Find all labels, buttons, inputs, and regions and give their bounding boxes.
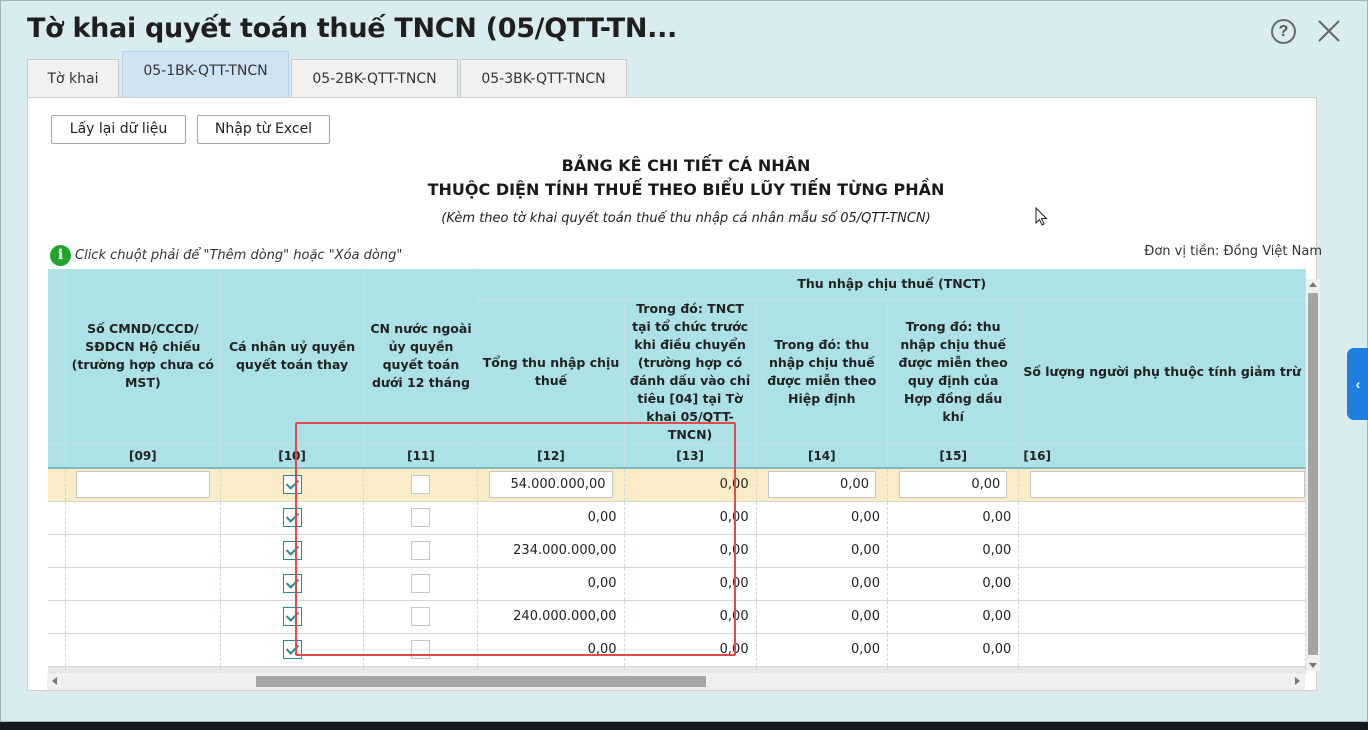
c14-input[interactable]: 0,00	[767, 471, 876, 499]
code-c15: [15]	[887, 444, 1020, 469]
foreign-authorize-checkbox[interactable]	[411, 541, 431, 560]
c14-cell[interactable]: 0,00	[756, 501, 888, 535]
code-c11: [11]	[363, 444, 479, 469]
dialog-title: Tờ khai quyết toán thuế TNCN (05/QTT-TN.…	[27, 13, 678, 44]
taskbar-strip	[0, 722, 1368, 730]
c15-cell[interactable]: 0,00	[887, 567, 1020, 601]
tab-05-2bk[interactable]: 05-2BK-QTT-TNCN	[291, 59, 458, 98]
scroll-left-icon[interactable]	[52, 677, 57, 685]
total-income-input[interactable]: 54.000.000,00	[489, 471, 613, 499]
c14-cell[interactable]: 0,00	[756, 567, 888, 601]
foreign-authorize-checkbox[interactable]	[411, 574, 431, 593]
c12-cell[interactable]: 0,00	[477, 633, 625, 667]
row-header-col	[48, 269, 67, 445]
code-c16: [16]	[1018, 444, 1306, 469]
tab-panel: Lấy lại dữ liệu Nhập từ Excel BẢNG KÊ CH…	[27, 97, 1322, 691]
context-menu-hint: Click chuột phải để "Thêm dòng" hoặc "Xó…	[75, 248, 403, 263]
foreign-authorize-checkbox[interactable]	[411, 640, 431, 659]
tab-05-1bk[interactable]: 05-1BK-QTT-TNCN	[122, 51, 289, 98]
authorize-checkbox[interactable]	[282, 541, 302, 560]
c13-cell: 0,00	[624, 600, 757, 634]
foreign-authorize-checkbox[interactable]	[411, 508, 431, 527]
horizontal-scroll-thumb[interactable]	[256, 676, 706, 687]
c12-cell[interactable]: 0,00	[477, 567, 625, 601]
c12-cell[interactable]: 240.000.000,00	[477, 600, 625, 634]
scroll-right-icon[interactable]	[1295, 677, 1300, 685]
horizontal-scrollbar[interactable]	[47, 673, 1305, 690]
foreign-authorize-checkbox[interactable]	[411, 607, 431, 626]
c14-cell[interactable]: 0,00	[756, 600, 888, 634]
authorize-checkbox[interactable]	[282, 607, 302, 626]
dialog-window: Tờ khai quyết toán thuế TNCN (05/QTT-TN.…	[0, 0, 1368, 722]
chevron-left-icon: ‹	[1355, 376, 1361, 392]
header-c15: Trong đó: thu nhập chịu thuế được miễn t…	[887, 299, 1020, 445]
mouse-cursor-icon	[1035, 207, 1048, 226]
header-c14: Trong đó: thu nhập chịu thuế được miễn t…	[756, 299, 888, 445]
report-subheading: (Kèm theo tờ khai quyết toán thuế thu nh…	[441, 211, 931, 226]
c16-input[interactable]	[1030, 471, 1305, 499]
report-heading-line1: BẢNG KÊ CHI TIẾT CÁ NHÂN	[561, 156, 811, 175]
authorize-checkbox[interactable]	[282, 574, 302, 593]
c14-cell[interactable]: 0,00	[756, 633, 888, 667]
code-c10: [10]	[220, 444, 365, 469]
code-c13: [13]	[624, 444, 757, 469]
tab-05-3bk[interactable]: 05-3BK-QTT-TNCN	[460, 59, 627, 98]
c15-cell[interactable]: 0,00	[887, 534, 1020, 568]
c15-cell[interactable]: 0,00	[887, 633, 1020, 667]
table-row: 0,00 0,00 0,00 0,00	[48, 633, 1306, 667]
c12-cell[interactable]: 0,00	[477, 501, 625, 535]
side-panel-toggle[interactable]: ‹	[1347, 348, 1368, 420]
c12-cell[interactable]: 234.000.000,00	[477, 534, 625, 568]
vertical-scroll-thumb[interactable]	[1308, 293, 1318, 655]
c13-cell: 0,00	[624, 633, 757, 667]
authorize-checkbox[interactable]	[282, 475, 302, 495]
vertical-scrollbar[interactable]	[1306, 279, 1320, 671]
scroll-down-icon[interactable]	[1309, 663, 1317, 668]
table-row: 0,00 0,00 0,00 0,00	[48, 567, 1306, 601]
header-c12: Tổng thu nhập chịu thuế	[477, 299, 625, 445]
authorize-checkbox[interactable]	[282, 508, 302, 527]
header-group-tnct: Thu nhập chịu thuế (TNCT)	[477, 269, 1306, 300]
c15-cell[interactable]: 0,00	[887, 600, 1020, 634]
c14-cell[interactable]: 0,00	[756, 534, 888, 568]
tab-to-khai[interactable]: Tờ khai	[27, 59, 119, 98]
c15-input[interactable]: 0,00	[898, 471, 1008, 499]
header-c11: CN nước ngoài ủy quyền quyết toán dưới 1…	[363, 269, 479, 445]
code-blank	[48, 444, 67, 469]
authorize-checkbox[interactable]	[282, 640, 302, 659]
foreign-authorize-checkbox[interactable]	[411, 475, 431, 495]
code-c09: [09]	[65, 444, 221, 469]
data-grid: Số CMND/CCCD/ SĐDCN Hộ chiếu (trường hợp…	[48, 269, 1306, 674]
info-icon: i	[50, 245, 71, 266]
code-c14: [14]	[756, 444, 888, 469]
table-row: 240.000.000,00 0,00 0,00 0,00	[48, 600, 1306, 634]
question-circle-icon[interactable]: ?	[1271, 19, 1296, 44]
row-handle	[48, 468, 67, 502]
c13-cell: 0,00	[624, 501, 757, 535]
report-heading-line2: THUỘC DIỆN TÍNH THUẾ THEO BIỂU LŨY TIẾN …	[427, 180, 945, 199]
c15-cell[interactable]: 0,00	[887, 501, 1020, 535]
header-c13: Trong đó: TNCT tại tổ chức trước khi điề…	[624, 299, 757, 445]
import-excel-button[interactable]: Nhập từ Excel	[197, 115, 330, 144]
table-row: 234.000.000,00 0,00 0,00 0,00	[48, 534, 1306, 568]
header-c16: Số lượng người phụ thuộc tính giảm trừ	[1018, 299, 1306, 445]
c13-cell: 0,00	[624, 468, 757, 502]
header-c10: Cá nhân uỷ quyền quyết toán thay	[220, 269, 365, 445]
header-c09: Số CMND/CCCD/ SĐDCN Hộ chiếu (trường hợp…	[65, 269, 221, 445]
c13-cell: 0,00	[624, 534, 757, 568]
close-icon[interactable]	[1314, 16, 1344, 46]
c13-cell: 0,00	[624, 567, 757, 601]
code-c12: [12]	[477, 444, 625, 469]
currency-unit: Đơn vị tiền: Đồng Việt Nam	[1144, 244, 1322, 259]
table-row: 54.000.000,00 0,00 0,00 0,00	[48, 468, 1306, 502]
id-number-input[interactable]	[76, 471, 210, 499]
table-row: 0,00 0,00 0,00 0,00	[48, 501, 1306, 535]
reload-data-button[interactable]: Lấy lại dữ liệu	[51, 115, 186, 144]
scroll-up-icon[interactable]	[1309, 282, 1317, 287]
